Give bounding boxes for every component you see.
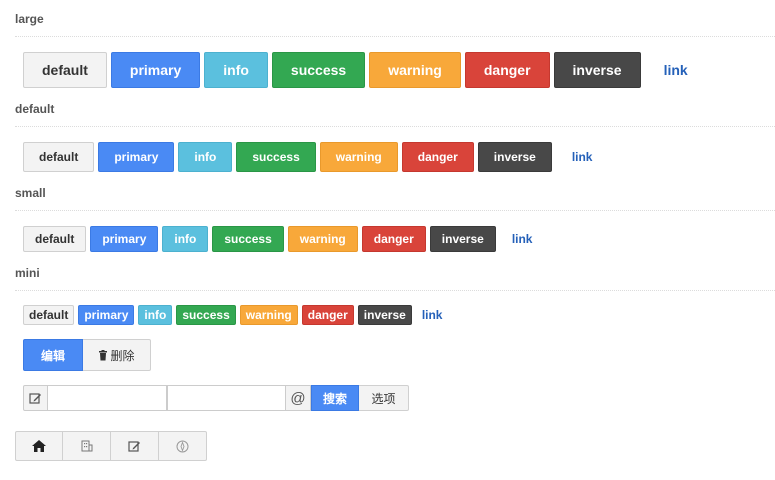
- text-field-2[interactable]: [167, 385, 286, 411]
- divider: [15, 210, 775, 211]
- search-input-group: @ 搜索 选项: [23, 385, 409, 411]
- building-icon: [81, 440, 93, 452]
- link-button-small[interactable]: link: [500, 226, 545, 252]
- delete-button[interactable]: 删除: [83, 339, 151, 371]
- trash-icon: [98, 349, 108, 361]
- edit-tool-button[interactable]: [111, 431, 159, 461]
- icon-toolbar: [15, 431, 207, 461]
- section-title-large: large: [15, 12, 44, 26]
- default-button-row: default primary info success warning dan…: [23, 142, 612, 172]
- edit-button[interactable]: 编辑: [23, 339, 83, 371]
- edit-icon: [23, 385, 48, 411]
- info-button-large[interactable]: info: [204, 52, 268, 88]
- default-button-mini[interactable]: default: [23, 305, 75, 325]
- success-button-mini[interactable]: success: [176, 305, 236, 325]
- link-button-default[interactable]: link: [556, 142, 609, 172]
- default-button-large[interactable]: default: [23, 52, 107, 88]
- default-button-small[interactable]: default: [23, 226, 87, 252]
- success-button-default[interactable]: success: [236, 142, 316, 172]
- link-button-large[interactable]: link: [645, 52, 707, 88]
- warning-button-default[interactable]: warning: [319, 142, 398, 172]
- divider: [15, 290, 775, 291]
- warning-button-mini[interactable]: warning: [239, 305, 298, 325]
- small-button-row: default primary info success warning dan…: [23, 226, 548, 252]
- divider: [15, 36, 775, 37]
- inverse-button-large[interactable]: inverse: [553, 52, 641, 88]
- at-addon: @: [286, 385, 311, 411]
- edit-icon: [128, 440, 141, 453]
- compass-icon: [176, 440, 189, 453]
- primary-button-mini[interactable]: primary: [78, 305, 135, 325]
- section-title-small: small: [15, 186, 46, 200]
- danger-button-mini[interactable]: danger: [301, 305, 354, 325]
- success-button-small[interactable]: success: [212, 226, 284, 252]
- home-button[interactable]: [15, 431, 63, 461]
- divider: [15, 126, 775, 127]
- info-button-default[interactable]: info: [178, 142, 233, 172]
- home-icon: [32, 440, 46, 452]
- warning-button-large[interactable]: warning: [369, 52, 461, 88]
- compass-button[interactable]: [159, 431, 207, 461]
- text-field-1[interactable]: [48, 385, 167, 411]
- warning-button-small[interactable]: warning: [287, 226, 358, 252]
- danger-button-default[interactable]: danger: [401, 142, 474, 172]
- section-title-mini: mini: [15, 266, 40, 280]
- delete-label: 删除: [110, 348, 135, 363]
- danger-button-small[interactable]: danger: [361, 226, 426, 252]
- inverse-button-default[interactable]: inverse: [477, 142, 552, 172]
- section-title-default: default: [15, 102, 55, 116]
- options-button[interactable]: 选项: [359, 385, 409, 411]
- default-button-default[interactable]: default: [23, 142, 95, 172]
- inverse-button-small[interactable]: inverse: [429, 226, 496, 252]
- primary-button-default[interactable]: primary: [98, 142, 175, 172]
- primary-button-small[interactable]: primary: [90, 226, 159, 252]
- info-button-small[interactable]: info: [162, 226, 209, 252]
- search-button[interactable]: 搜索: [311, 385, 359, 411]
- inverse-button-mini[interactable]: inverse: [357, 305, 412, 325]
- building-button[interactable]: [63, 431, 111, 461]
- mini-button-row: default primary info success warning dan…: [23, 305, 452, 325]
- success-button-large[interactable]: success: [271, 52, 366, 88]
- link-button-mini[interactable]: link: [416, 305, 449, 325]
- danger-button-large[interactable]: danger: [464, 52, 550, 88]
- edit-delete-group: 编辑 删除: [23, 339, 151, 371]
- info-button-mini[interactable]: info: [138, 305, 173, 325]
- primary-button-large[interactable]: primary: [110, 52, 201, 88]
- large-button-row: default primary info success warning dan…: [23, 52, 711, 88]
